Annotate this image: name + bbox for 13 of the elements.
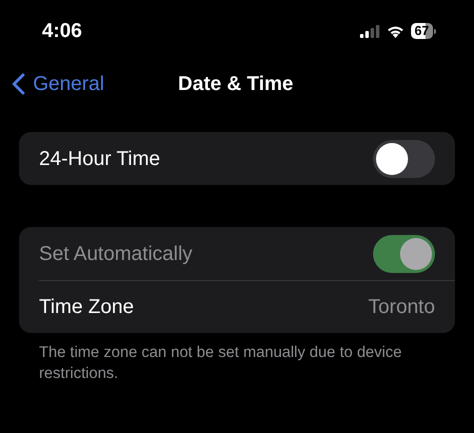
- wifi-icon: [386, 24, 405, 38]
- toggle-switch[interactable]: [373, 140, 435, 178]
- footer-note: The time zone can not be set manually due to device restrictions.: [38, 343, 403, 384]
- row-label: 24-Hour Time: [39, 146, 160, 172]
- battery-level: 67: [410, 23, 433, 39]
- row-label: Set Automatically: [39, 242, 192, 266]
- row-value: Toronto: [368, 295, 435, 320]
- status-time: 4:06: [42, 19, 82, 44]
- signal-icon: [360, 24, 380, 38]
- row-label: Time Zone: [39, 295, 134, 320]
- page-title: Date & Time: [178, 72, 294, 97]
- back-button[interactable]: General: [0, 69, 104, 99]
- chevron-left-icon: [12, 73, 25, 95]
